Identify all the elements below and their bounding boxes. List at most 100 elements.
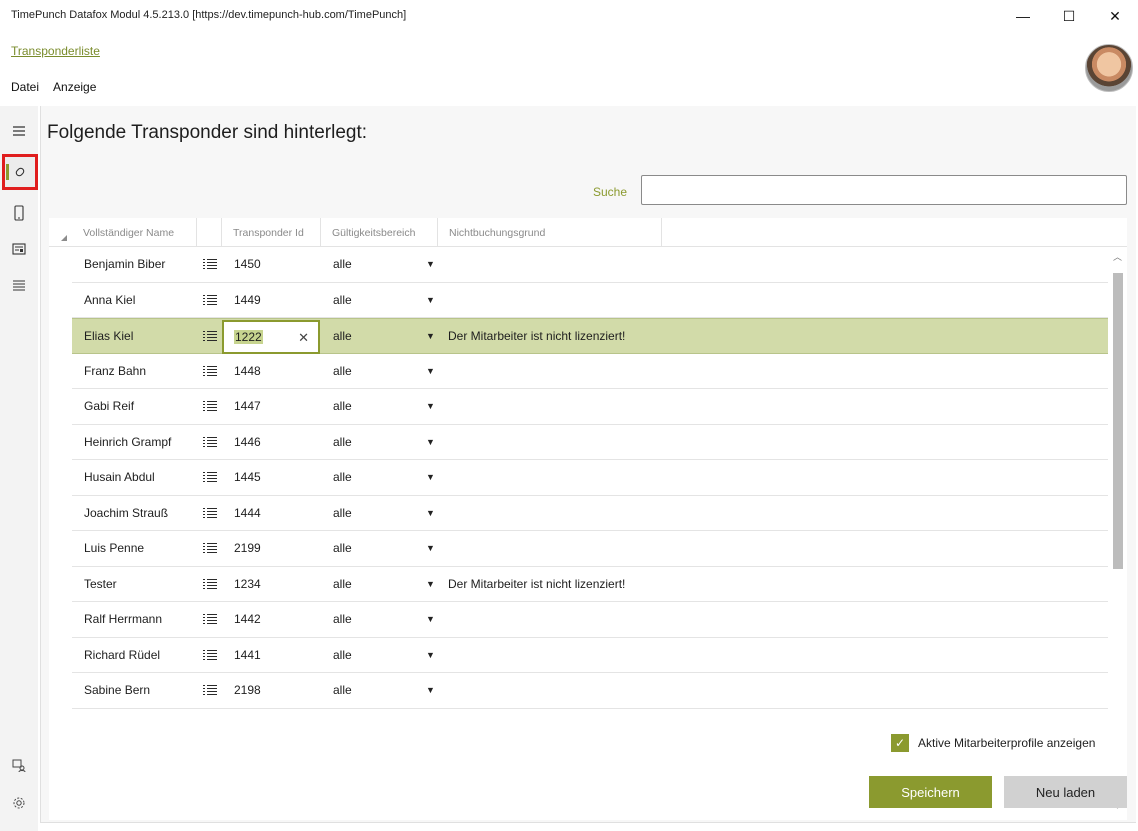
- device-icon[interactable]: [0, 198, 38, 228]
- menu-anzeige[interactable]: Anzeige: [39, 80, 96, 100]
- employee-name: Anna Kiel: [84, 292, 136, 307]
- table-row[interactable]: Husain Abdul 1445 alle ▼: [72, 460, 1108, 496]
- details-list-icon[interactable]: [200, 638, 220, 673]
- details-list-icon[interactable]: [200, 425, 220, 460]
- search-label: Suche: [593, 185, 628, 199]
- transponder-id[interactable]: 1444: [234, 496, 261, 531]
- table-row[interactable]: Gabi Reif 1447 alle ▼: [72, 389, 1108, 425]
- chevron-down-icon[interactable]: ▼: [426, 247, 435, 282]
- details-list-icon[interactable]: [200, 531, 220, 566]
- chevron-down-icon[interactable]: ▼: [426, 638, 435, 673]
- details-list-icon[interactable]: [200, 354, 220, 389]
- chevron-down-icon[interactable]: ▼: [426, 283, 435, 318]
- column-header-transponder-id[interactable]: Transponder Id: [222, 218, 321, 247]
- details-list-icon[interactable]: [200, 247, 220, 282]
- chevron-down-icon[interactable]: ▼: [426, 389, 435, 424]
- column-header-reason[interactable]: Nichtbuchungsgrund: [438, 218, 662, 247]
- reload-button[interactable]: Neu laden: [1004, 776, 1127, 808]
- scope-dropdown[interactable]: alle: [333, 247, 352, 282]
- chevron-down-icon[interactable]: ▼: [426, 460, 435, 495]
- main-content: Folgende Transponder sind hinterlegt: Su…: [40, 106, 1136, 823]
- details-list-icon[interactable]: [200, 567, 220, 602]
- scope-dropdown[interactable]: alle: [333, 602, 352, 637]
- chevron-down-icon[interactable]: ▼: [426, 531, 435, 566]
- scope-dropdown[interactable]: alle: [333, 425, 352, 460]
- scope-dropdown[interactable]: alle: [333, 354, 352, 389]
- scope-dropdown[interactable]: alle: [333, 638, 352, 673]
- details-list-icon[interactable]: [200, 460, 220, 495]
- table-row[interactable]: Heinrich Grampf 1446 alle ▼: [72, 424, 1108, 460]
- table-row[interactable]: Luis Penne 2199 alle ▼: [72, 531, 1108, 567]
- vertical-scrollbar[interactable]: ︿ ﹀: [1108, 247, 1127, 820]
- details-list-icon[interactable]: [200, 602, 220, 637]
- transponder-id-input[interactable]: 1222 ✕: [222, 320, 320, 354]
- user-search-icon[interactable]: [0, 754, 38, 778]
- transponder-id[interactable]: 1442: [234, 602, 261, 637]
- table-row[interactable]: Elias Kiel 1222 ✕ alle ▼ Der Mitarbeiter ist …: [72, 318, 1108, 354]
- transponder-id[interactable]: 1234: [234, 567, 261, 602]
- scope-dropdown[interactable]: alle: [333, 496, 352, 531]
- employee-name: Elias Kiel: [84, 328, 134, 343]
- scope-dropdown[interactable]: alle: [333, 389, 352, 424]
- column-header-name[interactable]: Vollständiger Name: [72, 218, 197, 247]
- details-list-icon[interactable]: [200, 389, 220, 424]
- table-row[interactable]: Ralf Herrmann 1442 alle ▼: [72, 602, 1108, 638]
- minimize-button[interactable]: —: [1000, 0, 1046, 32]
- tag-icon[interactable]: [2, 154, 38, 190]
- menu-datei[interactable]: Datei: [0, 80, 39, 100]
- clear-input-icon[interactable]: ✕: [298, 330, 309, 346]
- transponder-id[interactable]: 1441: [234, 638, 261, 673]
- chevron-down-icon[interactable]: ▼: [426, 354, 435, 389]
- transponder-id[interactable]: 2199: [234, 531, 261, 566]
- list-icon[interactable]: [0, 270, 38, 300]
- scope-dropdown[interactable]: alle: [333, 319, 352, 353]
- close-button[interactable]: ✕: [1092, 0, 1138, 32]
- table-row[interactable]: Joachim Strauß 1444 alle ▼: [72, 495, 1108, 531]
- table-row[interactable]: Anna Kiel 1449 alle ▼: [72, 282, 1108, 318]
- details-list-icon[interactable]: [200, 496, 220, 531]
- transponder-id[interactable]: 1448: [234, 354, 261, 389]
- gear-icon[interactable]: [0, 791, 38, 815]
- transponder-id[interactable]: 1449: [234, 283, 261, 318]
- no-booking-reason: Der Mitarbeiter ist nicht lizenziert!: [448, 576, 626, 591]
- table-row[interactable]: Richard Rüdel 1441 alle ▼: [72, 637, 1108, 673]
- scroll-up-icon[interactable]: ︿: [1113, 250, 1122, 263]
- chevron-down-icon[interactable]: ▼: [426, 319, 435, 353]
- scope-dropdown[interactable]: alle: [333, 460, 352, 495]
- active-profiles-checkbox[interactable]: ✓: [891, 734, 909, 752]
- transponder-id[interactable]: 1446: [234, 425, 261, 460]
- transponder-id[interactable]: 1445: [234, 460, 261, 495]
- chevron-down-icon[interactable]: ▼: [426, 496, 435, 531]
- active-profiles-checkbox-row[interactable]: ✓ Aktive Mitarbeiterprofile anzeigen: [891, 734, 1095, 752]
- table-row[interactable]: Sabine Bern 2198 alle ▼: [72, 673, 1108, 709]
- column-header-scope[interactable]: Gültigkeitsbereich: [321, 218, 438, 247]
- details-list-icon[interactable]: [200, 319, 220, 353]
- maximize-button[interactable]: ☐: [1046, 0, 1092, 32]
- transponder-id[interactable]: 1450: [234, 247, 261, 282]
- transponder-id-value: 1222: [234, 330, 263, 344]
- menu-icon[interactable]: [0, 116, 38, 146]
- select-all-corner[interactable]: [61, 235, 67, 241]
- card-reader-icon[interactable]: [0, 234, 38, 264]
- chevron-down-icon[interactable]: ▼: [426, 567, 435, 602]
- chevron-down-icon[interactable]: ▼: [426, 602, 435, 637]
- transponder-id[interactable]: 2198: [234, 673, 261, 708]
- scope-dropdown[interactable]: alle: [333, 673, 352, 708]
- details-list-icon[interactable]: [200, 283, 220, 318]
- employee-name: Sabine Bern: [84, 683, 151, 698]
- save-button[interactable]: Speichern: [869, 776, 992, 808]
- scope-dropdown[interactable]: alle: [333, 531, 352, 566]
- scope-dropdown[interactable]: alle: [333, 567, 352, 602]
- search-input[interactable]: [641, 175, 1127, 205]
- table-row[interactable]: Franz Bahn 1448 alle ▼: [72, 353, 1108, 389]
- details-list-icon[interactable]: [200, 673, 220, 708]
- table-row[interactable]: Benjamin Biber 1450 alle ▼: [72, 247, 1108, 283]
- scope-dropdown[interactable]: alle: [333, 283, 352, 318]
- chevron-down-icon[interactable]: ▼: [426, 673, 435, 708]
- transponder-id[interactable]: 1447: [234, 389, 261, 424]
- breadcrumb-transponderliste[interactable]: Transponderliste: [11, 44, 100, 58]
- scrollbar-thumb[interactable]: [1113, 273, 1123, 569]
- user-avatar[interactable]: [1085, 44, 1133, 92]
- chevron-down-icon[interactable]: ▼: [426, 425, 435, 460]
- table-row[interactable]: Tester 1234 alle ▼ Der Mitarbeiter ist nicht…: [72, 566, 1108, 602]
